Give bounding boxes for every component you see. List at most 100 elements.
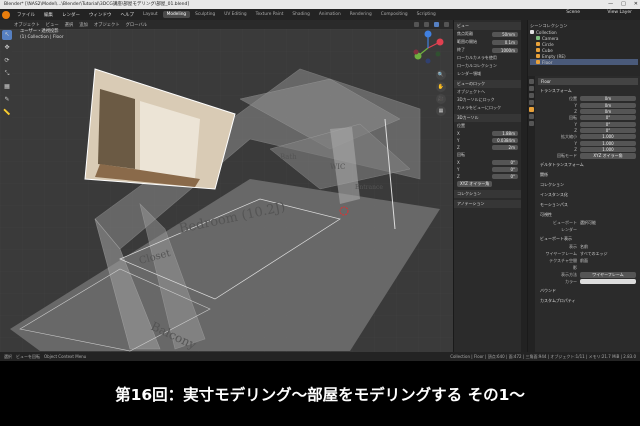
- cursor-rx-field[interactable]: 0°: [492, 160, 518, 165]
- cursor-y-field[interactable]: 0.0384m: [492, 138, 518, 143]
- texture-space-checkbox[interactable]: テクスチャ空間: [540, 258, 580, 264]
- 3d-viewport[interactable]: Bedroom (10.2J) Closet Balcony WIC Entra…: [0, 29, 453, 352]
- material-tab-icon[interactable]: [529, 121, 534, 126]
- tab-rendering[interactable]: Rendering: [346, 11, 376, 18]
- rotate-tool-icon[interactable]: ⟳: [2, 56, 12, 66]
- scale-tool-icon[interactable]: ⤡: [2, 69, 12, 79]
- annotate-tool-icon[interactable]: ✎: [2, 95, 12, 105]
- local-collections-checkbox[interactable]: ローカルコレクション: [457, 63, 497, 69]
- wireframe-checkbox[interactable]: ワイヤーフレーム: [540, 251, 580, 257]
- cursor-ry-field[interactable]: 0°: [492, 167, 518, 172]
- location-z-field[interactable]: 0m: [580, 108, 636, 114]
- collections-section[interactable]: コレクション: [538, 181, 638, 189]
- tab-shading[interactable]: Shading: [288, 11, 313, 18]
- scene-tab-icon[interactable]: [529, 100, 534, 105]
- tab-scripting[interactable]: Scripting: [413, 11, 440, 18]
- menu-window[interactable]: ウィンドウ: [85, 12, 116, 18]
- shading-solid-icon[interactable]: [434, 22, 439, 27]
- location-x-field[interactable]: 0m: [580, 96, 636, 101]
- cursor-x-field[interactable]: 1.88m: [492, 131, 518, 136]
- relations-section[interactable]: 関係: [538, 171, 638, 179]
- cursor-rotation-mode-select[interactable]: XYZ オイラー角: [457, 181, 493, 187]
- lock-camera-checkbox[interactable]: カメラをビューにロック: [457, 105, 501, 111]
- bounds-checkbox[interactable]: バウンド: [538, 287, 638, 295]
- display-as-select[interactable]: ワイヤーフレーム: [580, 271, 636, 278]
- show-name-checkbox[interactable]: 名前: [580, 244, 588, 250]
- maximize-button[interactable]: □: [621, 0, 626, 9]
- modifier-tab-icon[interactable]: [529, 114, 534, 119]
- viewport-display-section[interactable]: ビューポート表示: [538, 235, 638, 243]
- motion-paths-section[interactable]: モーションパス: [538, 201, 638, 209]
- cursor-rz-field[interactable]: 0°: [492, 174, 518, 179]
- scale-x-field[interactable]: 1.000: [580, 134, 636, 139]
- menu-object[interactable]: オブジェクト: [94, 22, 120, 28]
- delta-transform-section[interactable]: デルタトランスフォーム: [538, 161, 638, 169]
- tab-uv-editing[interactable]: UV Editing: [220, 11, 250, 18]
- move-tool-icon[interactable]: ✥: [2, 43, 12, 53]
- custom-properties-section[interactable]: カスタムプロパティ: [538, 297, 638, 305]
- transform-section-header[interactable]: トランスフォーム: [538, 87, 638, 95]
- tab-compositing[interactable]: Compositing: [377, 11, 412, 18]
- scale-y-field[interactable]: 1.000: [580, 140, 636, 146]
- menu-view[interactable]: ビュー: [46, 22, 59, 28]
- clip-start-field[interactable]: 0.1m: [492, 39, 518, 45]
- view-section-header[interactable]: ビュー: [454, 22, 521, 30]
- transform-orientation[interactable]: グローバル: [126, 22, 147, 28]
- menu-edit[interactable]: 編集: [40, 12, 57, 18]
- output-tab-icon[interactable]: [529, 93, 534, 98]
- 3d-cursor-section-header[interactable]: 3Dカーソル: [454, 114, 521, 122]
- object-tab-icon[interactable]: [529, 107, 534, 112]
- select-tool-icon[interactable]: ↖: [2, 30, 12, 40]
- tab-sculpting[interactable]: Sculpting: [191, 11, 219, 18]
- tab-layout[interactable]: Layout: [139, 11, 162, 18]
- overlay-icon[interactable]: [414, 22, 419, 27]
- location-y-field[interactable]: 0m: [580, 102, 636, 108]
- menu-help[interactable]: ヘルプ: [117, 12, 139, 18]
- xray-icon[interactable]: [424, 22, 429, 27]
- shading-material-icon[interactable]: [444, 22, 449, 27]
- rotation-x-field[interactable]: 0°: [580, 115, 636, 120]
- render-tab-icon[interactable]: [529, 86, 534, 91]
- pan-icon[interactable]: ✋: [436, 82, 446, 92]
- color-swatch[interactable]: [580, 279, 636, 284]
- view-layer-selector[interactable]: View Layer: [607, 10, 632, 15]
- rotation-mode-select[interactable]: XYZ オイラー角: [580, 152, 636, 159]
- render-region-checkbox[interactable]: レンダー領域: [457, 71, 481, 77]
- focal-length-field[interactable]: 50mm: [492, 31, 518, 37]
- rotation-y-field[interactable]: 0°: [580, 121, 636, 127]
- lock-3d-cursor-checkbox[interactable]: 3Dカーソルにロック: [457, 97, 495, 103]
- tab-modeling[interactable]: Modeling: [162, 11, 191, 18]
- blender-logo-icon[interactable]: [2, 10, 10, 19]
- measure-tool-icon[interactable]: 📏: [2, 108, 12, 118]
- ortho-toggle-icon[interactable]: ▦: [436, 106, 446, 116]
- transform-tool-icon[interactable]: ▦: [2, 82, 12, 92]
- minimize-button[interactable]: —: [608, 0, 613, 9]
- in-front-checkbox[interactable]: 前面: [580, 258, 588, 264]
- selectable-checkbox[interactable]: 選択可能: [580, 220, 596, 226]
- render-visibility-checkbox[interactable]: レンダー: [540, 227, 580, 233]
- rotation-z-field[interactable]: 0°: [580, 127, 636, 133]
- tool-tab-icon[interactable]: [529, 79, 534, 84]
- lock-object-field[interactable]: オブジェクトへ: [457, 89, 485, 95]
- clip-end-field[interactable]: 1000m: [492, 47, 518, 53]
- collection-section-header[interactable]: コレクション: [454, 190, 521, 198]
- menu-file[interactable]: ファイル: [13, 12, 39, 18]
- outliner-item-floor[interactable]: Floor: [530, 59, 638, 65]
- object-name-field[interactable]: Floor: [538, 78, 638, 85]
- view-lock-section-header[interactable]: ビューのロック: [454, 80, 521, 88]
- all-edges-checkbox[interactable]: すべてのエッジ: [580, 251, 608, 257]
- close-button[interactable]: ✕: [634, 0, 638, 9]
- tab-texture-paint[interactable]: Texture Paint: [252, 11, 288, 18]
- shadow-checkbox[interactable]: 影: [540, 265, 580, 271]
- mode-selector[interactable]: オブジェクト: [14, 22, 40, 28]
- instancing-section[interactable]: インスタンス化: [538, 191, 638, 199]
- menu-add[interactable]: 追加: [79, 22, 88, 28]
- tab-animation[interactable]: Animation: [315, 11, 345, 18]
- local-camera-checkbox[interactable]: ローカルカメラを使用: [457, 55, 497, 61]
- annotation-section-header[interactable]: アノテーション: [454, 200, 521, 208]
- scale-z-field[interactable]: 1.000: [580, 146, 636, 152]
- scene-selector[interactable]: Scene: [566, 10, 580, 15]
- visibility-section[interactable]: 可視性: [538, 211, 638, 219]
- camera-view-icon[interactable]: 🎥: [436, 94, 446, 104]
- outliner-scene-collection[interactable]: シーンコレクション: [530, 22, 638, 29]
